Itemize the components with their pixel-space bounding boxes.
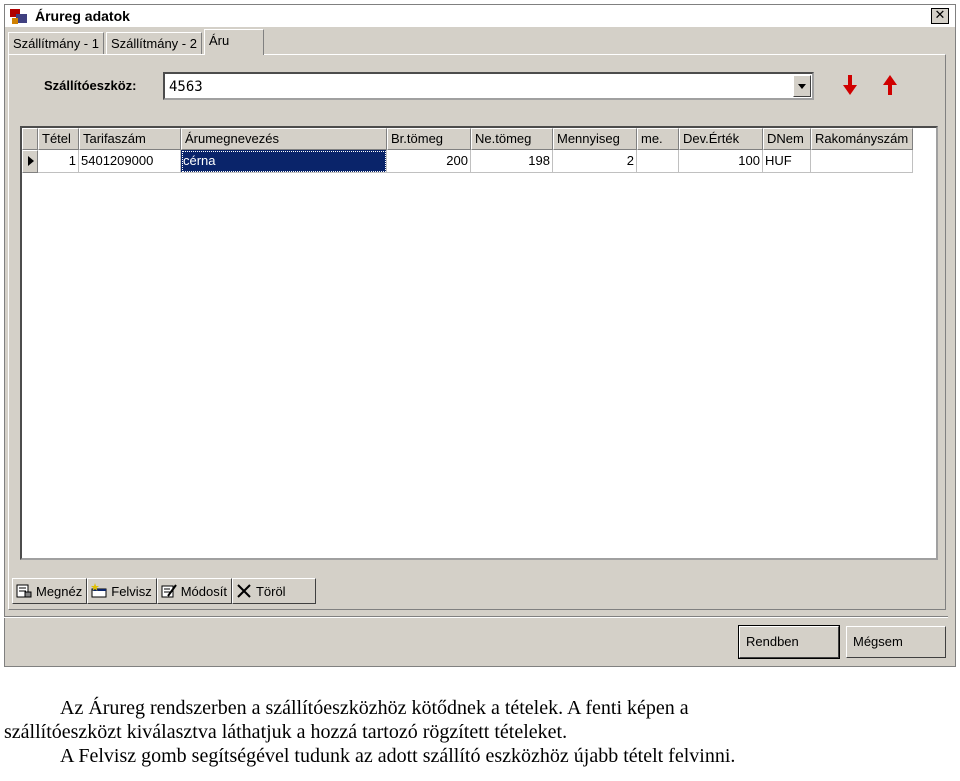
add-button[interactable]: Felvisz <box>87 578 157 604</box>
table-cell[interactable]: 1 <box>38 150 79 173</box>
current-row-indicator <box>22 150 38 173</box>
add-label: Felvisz <box>111 583 152 599</box>
tab-shipment-1[interactable]: Szállítmány - 1 <box>8 32 104 54</box>
caption-line-3: A Felvisz gomb segítségével tudunk az ad… <box>60 745 736 767</box>
move-up-arrow-icon[interactable] <box>882 74 898 96</box>
col-header-currency[interactable]: DNem <box>763 128 811 150</box>
delete-button[interactable]: Töröl <box>231 578 316 604</box>
table-cell[interactable]: 198 <box>471 150 553 173</box>
carrier-select[interactable]: 4563 <box>163 72 814 100</box>
separator <box>4 616 948 618</box>
edit-icon <box>161 584 177 598</box>
delete-label: Töröl <box>255 583 286 599</box>
table-cell[interactable]: HUF <box>763 150 811 173</box>
col-header-quantity[interactable]: Mennyiseg <box>553 128 637 150</box>
col-header-goods-name[interactable]: Árumegnevezés <box>181 128 387 150</box>
table-cell[interactable] <box>637 150 679 173</box>
carrier-label: Szállítóeszköz: <box>44 78 137 93</box>
row-indicator-header <box>22 128 38 150</box>
col-header-unit[interactable]: me. <box>637 128 679 150</box>
table-cell[interactable] <box>811 150 913 173</box>
view-label: Megnéz <box>36 583 83 599</box>
record-toolbar: Megnéz Felvisz Módosít Töröl <box>12 578 316 604</box>
carrier-value: 4563 <box>169 79 203 95</box>
col-header-item[interactable]: Tétel <box>38 128 79 150</box>
table-cell[interactable]: 2 <box>553 150 637 173</box>
table-cell[interactable]: 5401209000 <box>79 150 181 173</box>
view-icon <box>16 584 32 598</box>
col-header-gross-weight[interactable]: Br.tömeg <box>387 128 471 150</box>
caption-text: Az Árureg rendszerben a szállítóeszközhö… <box>0 696 960 768</box>
move-down-arrow-icon[interactable] <box>842 74 858 96</box>
view-button[interactable]: Megnéz <box>12 578 88 604</box>
caption-line-2: szállítóeszközt kiválasztva láthatjuk a … <box>4 721 568 743</box>
delete-icon <box>237 584 251 598</box>
col-header-tariff-code[interactable]: Tarifaszám <box>79 128 181 150</box>
chevron-down-icon[interactable] <box>793 75 811 97</box>
ok-button[interactable]: Rendben <box>738 625 840 659</box>
close-button[interactable]: ✕ <box>931 8 949 24</box>
table-cell[interactable]: 200 <box>387 150 471 173</box>
tab-strip: Szállítmány - 1 Szállítmány - 2 Áru <box>8 28 266 55</box>
window-title: Árureg adatok <box>35 8 130 24</box>
col-header-net-weight[interactable]: Ne.tömeg <box>471 128 553 150</box>
cancel-button[interactable]: Mégsem <box>846 626 946 658</box>
title-bar: Árureg adatok ✕ <box>5 5 955 27</box>
edit-label: Módosít <box>180 583 227 599</box>
table-cell[interactable]: 100 <box>679 150 763 173</box>
tab-shipment-2[interactable]: Szállítmány - 2 <box>105 32 202 54</box>
edit-button[interactable]: Módosít <box>156 578 232 604</box>
items-grid[interactable]: Tétel Tarifaszám Árumegnevezés Br.tömeg … <box>20 126 938 560</box>
app-icon <box>9 7 29 25</box>
table-cell-selected[interactable]: cérna <box>181 150 387 173</box>
add-icon <box>91 583 107 598</box>
tab-goods[interactable]: Áru <box>203 29 264 55</box>
caption-line-1: Az Árureg rendszerben a szállítóeszközhö… <box>60 697 689 719</box>
col-header-cargo-number[interactable]: Rakományszám <box>811 128 913 150</box>
col-header-currency-value[interactable]: Dev.Érték <box>679 128 763 150</box>
